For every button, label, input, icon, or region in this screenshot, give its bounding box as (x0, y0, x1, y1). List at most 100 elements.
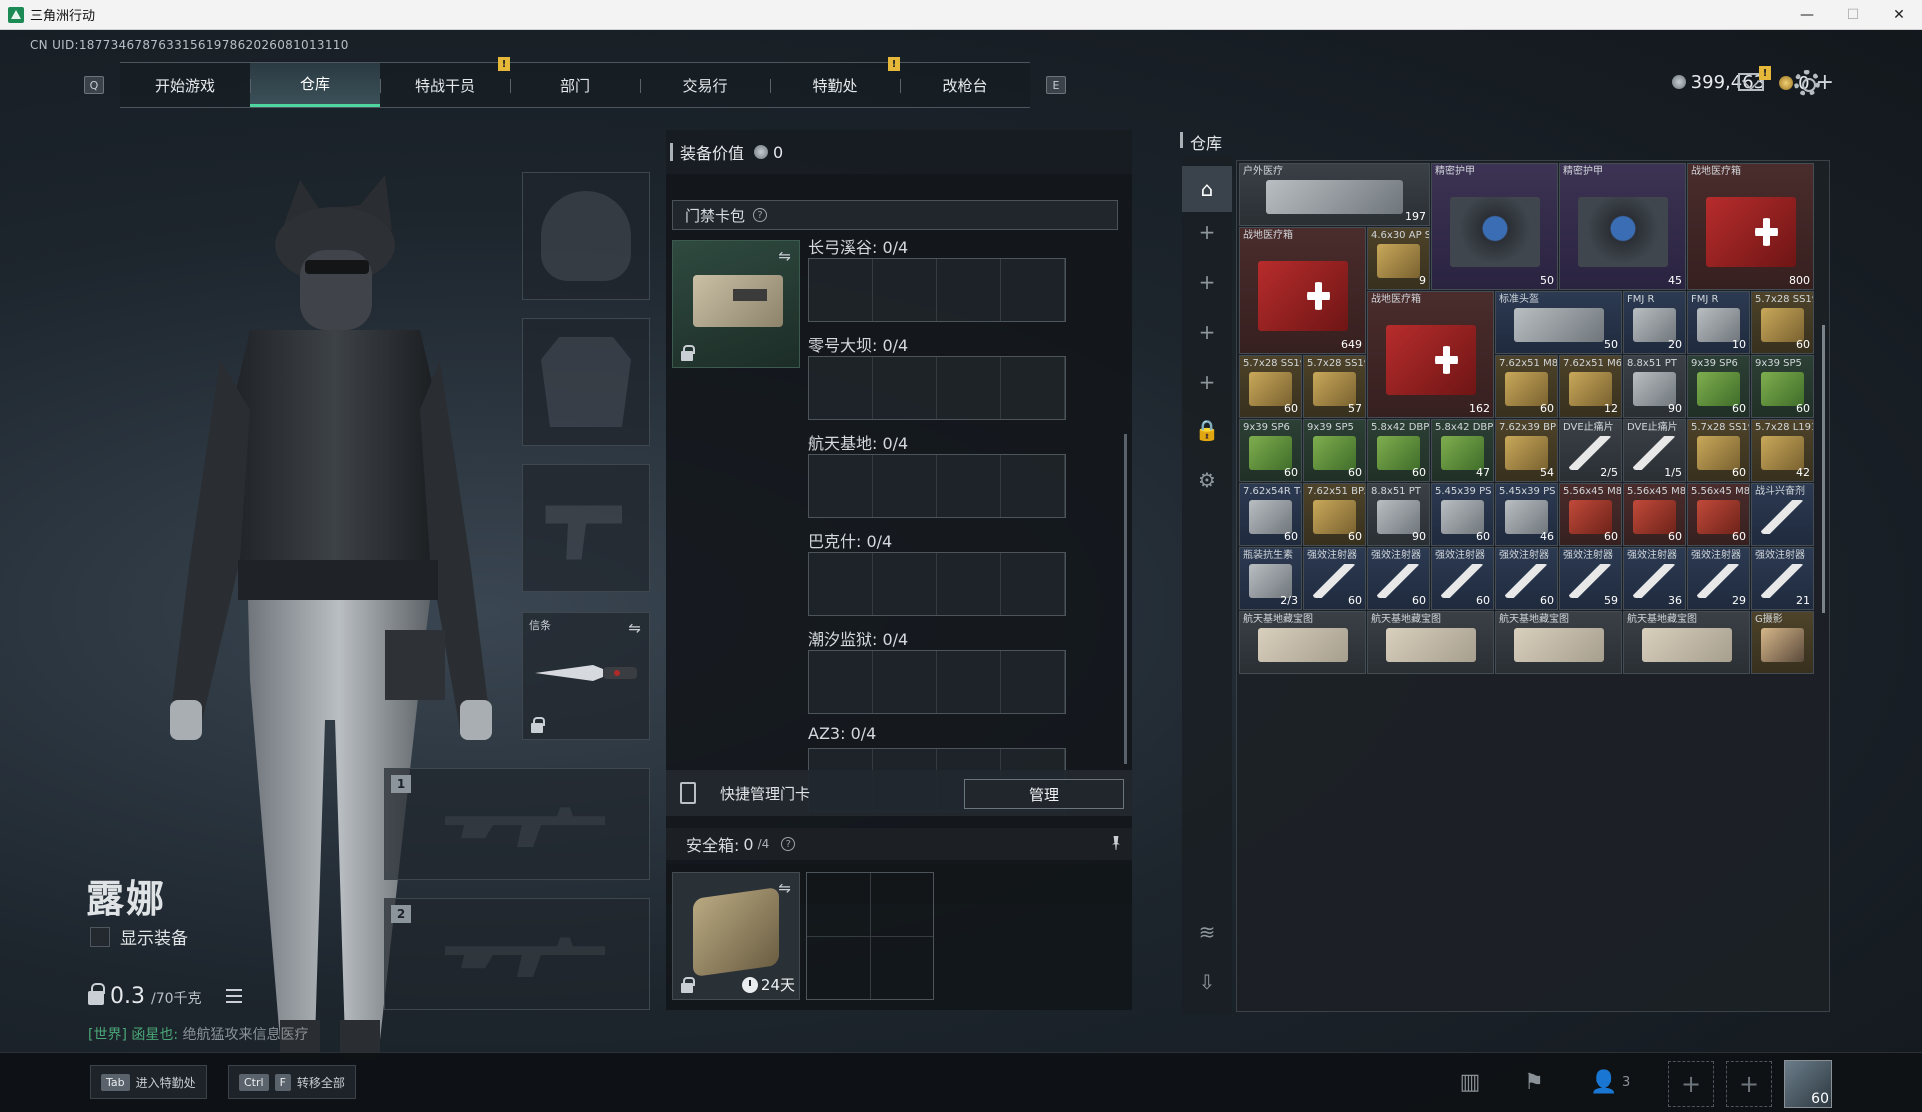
warehouse-item[interactable]: 7.62x51 BPZ 60 (1303, 483, 1366, 546)
tab-2[interactable]: 特战干员! (380, 57, 510, 107)
warehouse-item[interactable]: 5.7x28 SS190 57 (1303, 355, 1366, 418)
warehouse-item[interactable]: 9x39 SP6 60 (1239, 419, 1302, 482)
weight-details-icon[interactable] (225, 989, 242, 1003)
warehouse-item[interactable]: 强效注射器 21 (1751, 547, 1814, 610)
warehouse-item[interactable]: 战地医疗箱 800 (1687, 163, 1814, 290)
warehouse-item[interactable]: 航天基地藏宝图 (1495, 611, 1622, 674)
warehouse-item[interactable]: 强效注射器 60 (1495, 547, 1558, 610)
warehouse-item[interactable]: 战地医疗箱 162 (1367, 291, 1494, 418)
warehouse-item[interactable]: 8.8x51 PT 90 (1623, 355, 1686, 418)
manage-button[interactable]: 管理 (964, 779, 1124, 809)
warehouse-item[interactable]: 航天基地藏宝图 (1623, 611, 1750, 674)
enter-special-ops-hint[interactable]: Tab 进入特勤处 (90, 1065, 207, 1099)
warehouse-item[interactable]: DVE止痛片 2/5 (1559, 419, 1622, 482)
warehouse-item[interactable]: 精密护甲 45 (1559, 163, 1686, 290)
warehouse-item[interactable]: 战地医疗箱 649 (1239, 227, 1366, 354)
tab-0[interactable]: 开始游戏 (120, 63, 250, 107)
warehouse-item[interactable]: 5.56x45 M855 60 (1687, 483, 1750, 546)
warehouse-item[interactable]: 5.7x28 SS190 60 (1751, 291, 1814, 354)
warehouse-grid[interactable]: 户外医疗 197 精密护甲 50 精密护甲 45 战地医疗箱 800 战地医疗箱 649 4.6x3… (1236, 160, 1830, 1012)
pistol-slot[interactable] (522, 464, 650, 592)
tab-1[interactable]: 仓库 (250, 63, 380, 107)
warehouse-item[interactable]: 强效注射器 59 (1559, 547, 1622, 610)
warehouse-item[interactable]: FMJ R 20 (1623, 291, 1686, 354)
add-tab-icon[interactable]: + (1195, 370, 1219, 394)
maximize-button[interactable]: ☐ (1830, 0, 1876, 29)
warehouse-item[interactable]: 9x39 SP5 60 (1751, 355, 1814, 418)
world-chat-line[interactable]: [世界] 函星也: 绝航猛攻来信息医疗 (88, 1024, 309, 1044)
helmet-slot[interactable] (522, 172, 650, 300)
warehouse-item[interactable]: 7.62x39 BP 54 (1495, 419, 1558, 482)
add-tab-icon[interactable]: + (1195, 320, 1219, 344)
warehouse-item[interactable]: 5.8x42 DBP10 60 (1367, 419, 1430, 482)
show-gear-checkbox[interactable] (90, 926, 110, 947)
warehouse-item[interactable]: 标准头盔 50 (1495, 291, 1622, 354)
warehouse-item[interactable]: 4.6x30 AP SX 9 (1367, 227, 1430, 290)
tab-3[interactable]: 部门 (510, 63, 640, 107)
settings-gear-icon[interactable] (1794, 70, 1820, 96)
tab-5[interactable]: 特勤处! (770, 57, 900, 107)
warehouse-item[interactable]: 瓶装抗生素 2/3 (1239, 547, 1302, 610)
help-icon[interactable]: ? (781, 837, 796, 851)
nav-next-key[interactable]: E (1046, 76, 1066, 94)
warehouse-item[interactable]: 5.45x39 PS 46 (1495, 483, 1558, 546)
close-button[interactable]: ✕ (1876, 0, 1922, 29)
keycard-zone-slots[interactable] (808, 552, 1066, 616)
stats-chart-icon[interactable]: ▥ (1456, 1069, 1484, 1095)
warehouse-item[interactable]: 5.56x45 M855 60 (1559, 483, 1622, 546)
tab-4[interactable]: 交易行 (640, 63, 770, 107)
warehouse-item[interactable]: G摄影 (1751, 611, 1814, 674)
invite-slot-1[interactable]: + (1668, 1061, 1714, 1107)
add-tab-icon[interactable]: + (1195, 270, 1219, 294)
warehouse-home-icon[interactable]: ⌂ (1182, 166, 1232, 212)
add-tab-icon[interactable]: + (1195, 220, 1219, 244)
warehouse-scrollbar[interactable] (1822, 325, 1825, 613)
warehouse-item[interactable]: 战斗兴奋剂 (1751, 483, 1814, 546)
armor-slot[interactable] (522, 318, 650, 446)
warehouse-item[interactable]: 强效注射器 60 (1367, 547, 1430, 610)
warehouse-item[interactable]: 7.62x51 M80 60 (1495, 355, 1558, 418)
warehouse-item[interactable]: DVE止痛片 1/5 (1623, 419, 1686, 482)
player-avatar[interactable]: 60 (1784, 1060, 1832, 1108)
keycard-zone-slots[interactable] (808, 258, 1066, 322)
warehouse-item[interactable]: 5.45x39 PS 60 (1431, 483, 1494, 546)
nav-prev-key[interactable]: Q (84, 76, 104, 94)
warehouse-item[interactable]: 5.7x28 SS190 60 (1687, 419, 1750, 482)
swap-icon[interactable]: ⇋ (628, 619, 641, 637)
warehouse-item[interactable]: 航天基地藏宝图 (1367, 611, 1494, 674)
melee-slot[interactable]: 信条 ⇋ (522, 612, 650, 740)
lock-icon[interactable]: 🔒 (1195, 418, 1220, 442)
keycard-zone-slots[interactable] (808, 454, 1066, 518)
pin-icon[interactable] (1112, 836, 1120, 850)
settings-icon[interactable]: ⚙ (1195, 468, 1219, 492)
help-icon[interactable]: ? (753, 208, 768, 222)
warehouse-item[interactable]: 9x39 SP5 60 (1303, 419, 1366, 482)
warehouse-item[interactable]: 5.7x28 SS190 60 (1239, 355, 1302, 418)
warehouse-item[interactable]: 户外医疗 197 (1239, 163, 1430, 226)
transfer-all-hint[interactable]: Ctrl F 转移全部 (228, 1065, 356, 1099)
sort-icon[interactable]: ⇩ (1195, 970, 1219, 994)
warehouse-item[interactable]: 航天基地藏宝图 (1239, 611, 1366, 674)
flag-icon[interactable]: ⚑ (1520, 1069, 1548, 1095)
secondary-weapon-slot[interactable]: 2 (384, 898, 650, 1010)
keycard-zone-slots[interactable] (808, 356, 1066, 420)
layers-icon[interactable]: ≋ (1195, 920, 1219, 944)
warehouse-item[interactable]: 5.7x28 L191 42 (1751, 419, 1814, 482)
warehouse-item[interactable]: 9x39 SP6 60 (1687, 355, 1750, 418)
warehouse-item[interactable]: FMJ R 10 (1687, 291, 1750, 354)
warehouse-item[interactable]: 强效注射器 29 (1687, 547, 1750, 610)
warehouse-item[interactable]: 7.62x51 M62 12 (1559, 355, 1622, 418)
warehouse-item[interactable]: 7.62x54R T46M 60 (1239, 483, 1302, 546)
safe-box-grid[interactable] (806, 872, 934, 1000)
warehouse-item[interactable]: 强效注射器 60 (1303, 547, 1366, 610)
warehouse-item[interactable]: 5.56x45 M855 60 (1623, 483, 1686, 546)
warehouse-item[interactable]: 强效注射器 36 (1623, 547, 1686, 610)
swap-icon[interactable]: ⇋ (778, 247, 791, 265)
keycard-scrollbar[interactable] (1124, 434, 1127, 764)
minimize-button[interactable]: — (1784, 0, 1830, 29)
keycard-zone-list[interactable]: 长弓溪谷: 0/4 零号大坝: 0/4 航天基地: 0/4 巴克什: 0/4 潮汐监狱:… (808, 234, 1118, 834)
warehouse-item[interactable]: 强效注射器 60 (1431, 547, 1494, 610)
safe-box-item[interactable]: ⇋ 24天 (672, 872, 800, 1000)
primary-weapon-slot[interactable]: 1 (384, 768, 650, 880)
warehouse-item[interactable]: 精密护甲 50 (1431, 163, 1558, 290)
